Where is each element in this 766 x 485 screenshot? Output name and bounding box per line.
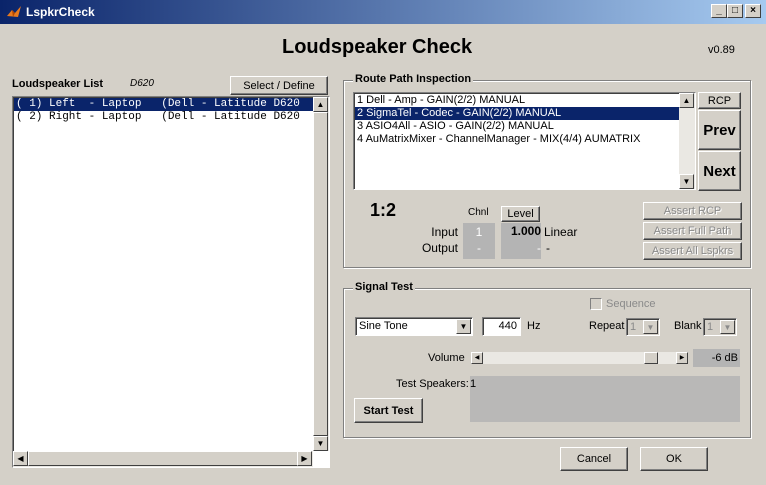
speaker-listbox[interactable]: ( 1) Left - Laptop (Dell - Latitude D620…: [12, 96, 330, 468]
sequence-checkbox[interactable]: [590, 298, 602, 310]
frequency-unit: Hz: [527, 320, 541, 332]
slider-right-arrow-icon[interactable]: ▶: [676, 352, 688, 364]
route-listbox[interactable]: 1 Dell - Amp - GAIN(2/2) MANUAL 2 SigmaT…: [353, 92, 696, 190]
route-item[interactable]: 1 Dell - Amp - GAIN(2/2) MANUAL: [355, 94, 680, 107]
speaker-list-hscroll[interactable]: ◀ ▶: [13, 451, 313, 467]
repeat-value: 1: [630, 321, 637, 333]
chevron-down-icon[interactable]: ▼: [643, 320, 658, 334]
select-define-button[interactable]: Select / Define: [230, 76, 328, 95]
assert-all-speakers-button[interactable]: Assert All Lspkrs: [643, 242, 742, 260]
chevron-down-icon[interactable]: ▼: [720, 320, 735, 334]
route-list-vscroll[interactable]: ▲ ▼: [679, 93, 695, 189]
hscroll-thumb[interactable]: [28, 451, 308, 466]
input-chnl-value: 1: [475, 225, 483, 239]
speaker-list-vscroll[interactable]: ▲ ▼: [313, 97, 329, 451]
scroll-left-arrow-icon[interactable]: ◀: [13, 451, 28, 466]
route-item[interactable]: 3 ASIO4All - ASIO - GAIN(2/2) MANUAL: [355, 120, 680, 133]
scroll-down-arrow-icon[interactable]: ▼: [313, 436, 328, 451]
volume-value: -6 dB: [693, 349, 740, 367]
slider-left-arrow-icon[interactable]: ◀: [471, 352, 483, 364]
chnl-header: Chnl: [468, 207, 489, 218]
test-speakers-value-overlay: 1: [470, 378, 477, 390]
window-title: LspkrCheck: [26, 5, 95, 19]
output-level-value: -: [537, 241, 541, 255]
route-path-label: Route Path Inspection: [353, 73, 474, 85]
tone-select[interactable]: Sine Tone ▼: [355, 317, 473, 336]
ratio-display: 1:2: [370, 200, 397, 220]
input-label: Input: [431, 225, 458, 239]
scroll-up-arrow-icon[interactable]: ▲: [679, 93, 694, 108]
route-item[interactable]: 2 SigmaTel - Codec - GAIN(2/2) MANUAL: [355, 107, 680, 120]
maximize-button[interactable]: □: [727, 4, 743, 18]
minimize-button[interactable]: _: [711, 4, 727, 18]
page-title: Loudspeaker Check: [282, 36, 473, 58]
scroll-thumb[interactable]: [313, 112, 328, 436]
device-label: D620: [130, 78, 154, 89]
list-item[interactable]: ( 1) Left - Laptop (Dell - Latitude D620: [14, 98, 313, 111]
assert-full-path-button[interactable]: Assert Full Path: [643, 222, 742, 240]
prev-button[interactable]: Prev: [698, 110, 741, 150]
input-unit: Linear: [544, 225, 578, 239]
rcp-button[interactable]: RCP: [698, 92, 741, 109]
title-bar: LspkrCheck _ □ ×: [0, 0, 766, 24]
volume-label: Volume: [428, 352, 465, 364]
output-chnl-value: -: [477, 241, 481, 255]
input-level-value: 1.000: [510, 224, 541, 238]
volume-slider[interactable]: ◀ ▶: [470, 351, 689, 365]
speaker-list-label: Loudspeaker List: [12, 78, 104, 90]
start-test-button[interactable]: Start Test: [354, 398, 423, 423]
blank-select[interactable]: 1 ▼: [703, 318, 737, 336]
tone-selected-value: Sine Tone: [359, 320, 408, 332]
sequence-label: Sequence: [606, 298, 656, 310]
output-label: Output: [421, 241, 458, 255]
signal-test-label: Signal Test: [353, 281, 415, 293]
repeat-select[interactable]: 1 ▼: [626, 318, 660, 336]
blank-value: 1: [707, 321, 714, 333]
level-button[interactable]: Level: [501, 206, 540, 222]
blank-label: Blank: [674, 320, 702, 332]
output-unit: -: [546, 241, 550, 255]
scroll-up-arrow-icon[interactable]: ▲: [313, 97, 328, 112]
close-button[interactable]: ×: [745, 4, 761, 18]
assert-rcp-button[interactable]: Assert RCP: [643, 202, 742, 220]
test-speakers-field: [470, 376, 740, 422]
matlab-logo-icon: [7, 6, 21, 17]
volume-slider-thumb[interactable]: [644, 352, 659, 364]
frequency-input[interactable]: 440: [482, 317, 521, 336]
scroll-down-arrow-icon[interactable]: ▼: [679, 174, 694, 189]
scroll-right-arrow-icon[interactable]: ▶: [297, 451, 312, 466]
repeat-label: Repeat: [589, 320, 625, 332]
list-item[interactable]: ( 2) Right - Laptop (Dell - Latitude D62…: [14, 111, 313, 124]
ok-button[interactable]: OK: [640, 447, 708, 471]
version-label: v0.89: [708, 44, 735, 56]
chevron-down-icon[interactable]: ▼: [456, 319, 471, 334]
next-button[interactable]: Next: [698, 151, 741, 191]
test-speakers-label: Test Speakers:: [396, 378, 469, 390]
route-item[interactable]: 4 AuMatrixMixer - ChannelManager - MIX(4…: [355, 133, 680, 146]
cancel-button[interactable]: Cancel: [560, 447, 628, 471]
